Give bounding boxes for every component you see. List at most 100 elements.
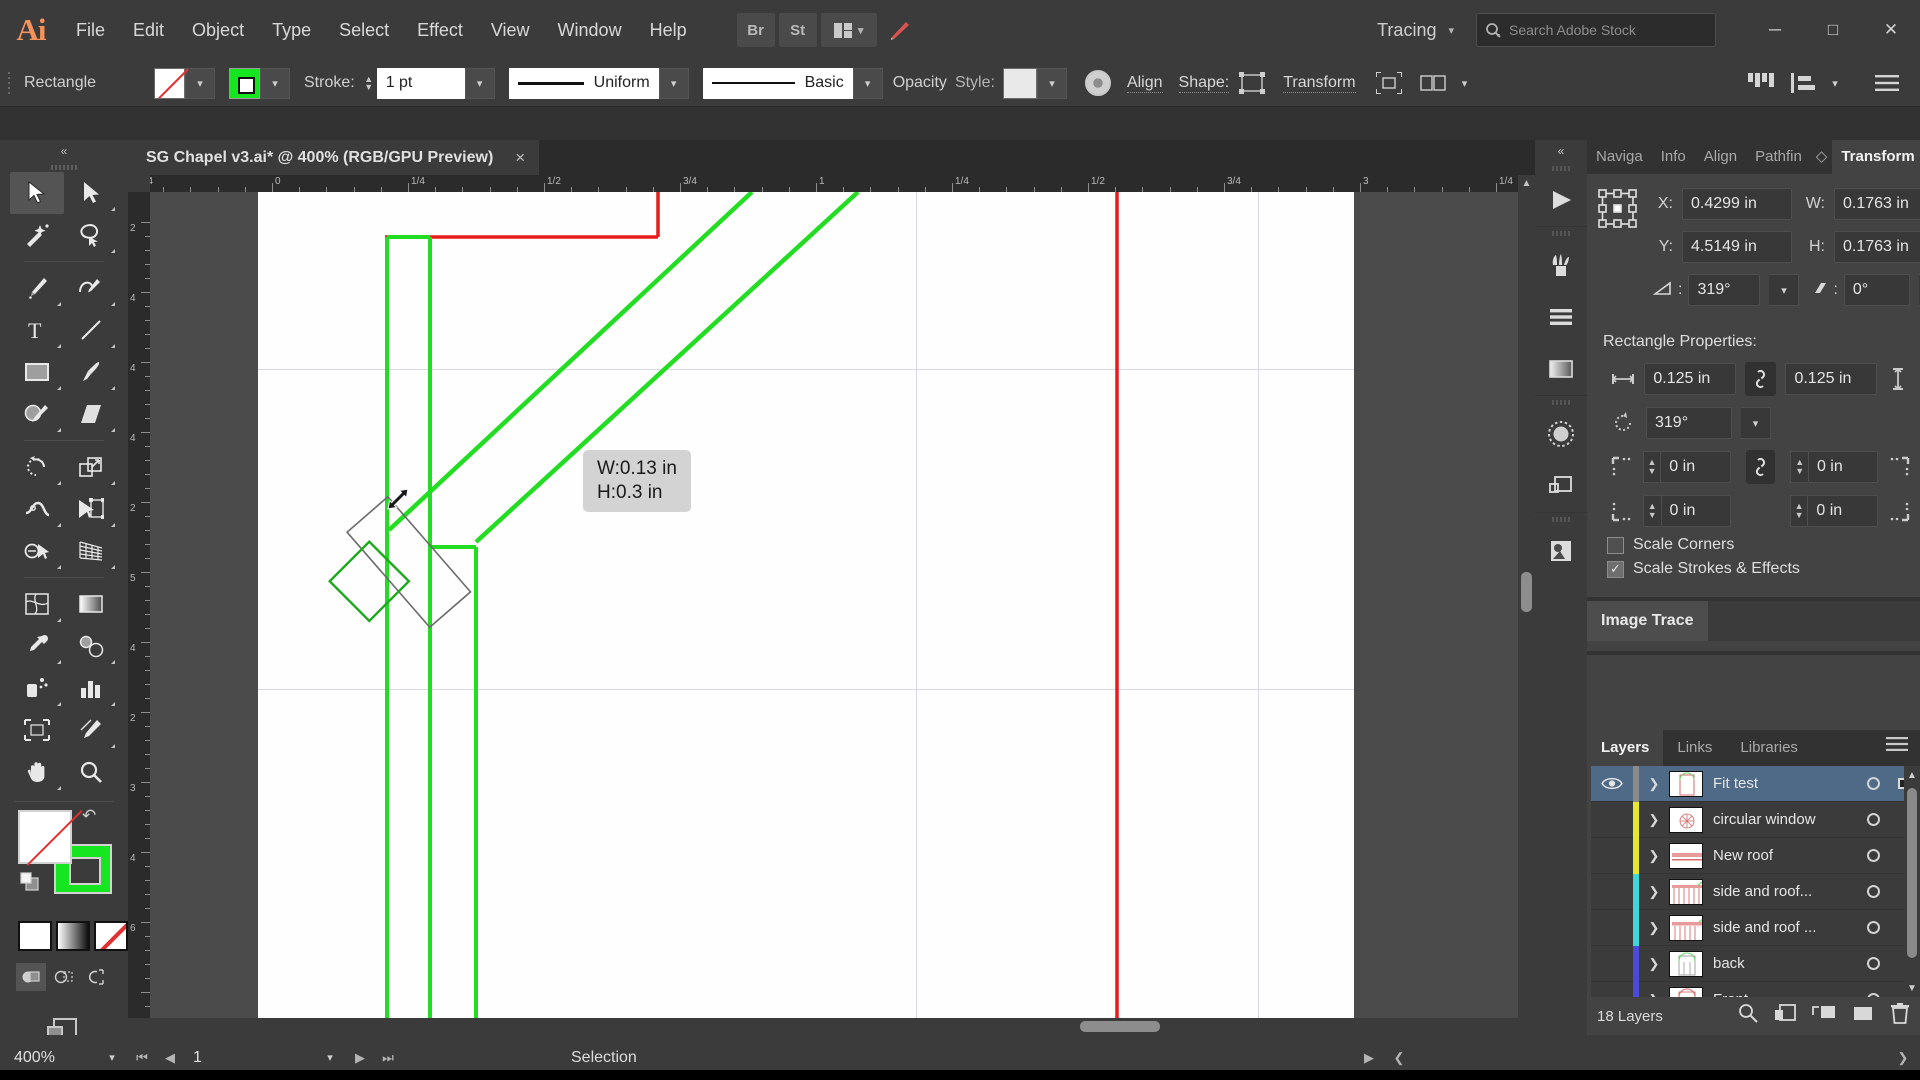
shape-builder-tool[interactable] <box>10 530 64 572</box>
canvas-horizontal-scrollbar[interactable] <box>150 1018 1518 1035</box>
stroke-swatch[interactable] <box>229 67 260 99</box>
layer-row[interactable]: ❯ New roof <box>1591 837 1916 874</box>
layer-expand-chevron-right-icon[interactable]: ❯ <box>1639 776 1669 792</box>
hand-tool[interactable] <box>10 751 64 793</box>
stroke-profile-chevron-down-icon[interactable]: ▾ <box>658 67 689 99</box>
fill-swatch-group[interactable]: ▾ <box>154 67 215 99</box>
tab-overflow-icon[interactable]: ◇ <box>1811 140 1833 174</box>
brush-definition-chevron-down-icon[interactable]: ▾ <box>852 67 883 99</box>
draw-normal-icon[interactable] <box>16 963 46 991</box>
menu-view[interactable]: View <box>477 0 544 60</box>
make-mask-icon[interactable] <box>1774 1003 1796 1029</box>
pen-tool[interactable] <box>10 267 64 309</box>
corner-tl-input[interactable]: 0 in <box>1660 451 1731 483</box>
layers-scroll-thumb[interactable] <box>1907 788 1917 958</box>
rail-grip-3[interactable] <box>1535 396 1587 408</box>
dock-collapse-button[interactable]: « <box>1535 140 1587 162</box>
default-fill-stroke-icon[interactable] <box>20 872 40 897</box>
shape-options-icon[interactable] <box>1235 67 1269 99</box>
column-graph-tool[interactable] <box>64 667 118 709</box>
first-artboard-button[interactable]: ⏮ <box>129 1044 155 1072</box>
corner-tr-stepper[interactable]: ▲ ▼ <box>1790 451 1808 483</box>
layers-icon[interactable] <box>1535 460 1587 512</box>
layer-row[interactable]: ❯ Fit test <box>1591 766 1916 802</box>
layer-name[interactable]: New roof <box>1713 847 1856 864</box>
eraser-tool[interactable] <box>64 393 118 435</box>
corner-br-input[interactable]: 0 in <box>1807 495 1879 527</box>
color-mode-color-button[interactable] <box>18 921 52 951</box>
tab-transform[interactable]: Transform <box>1832 140 1920 174</box>
scale-corners-checkbox[interactable] <box>1607 536 1624 554</box>
scale-corners-row[interactable]: Scale Corners <box>1597 533 1910 557</box>
stroke-weight-input[interactable]: 1 pt <box>376 67 465 99</box>
arrange-grid-icon[interactable] <box>1744 67 1778 99</box>
graphic-style-chevron-down-icon[interactable]: ▾ <box>1036 67 1067 99</box>
corner-bl-input[interactable]: 0 in <box>1660 495 1732 527</box>
shear-input[interactable]: 0° <box>1843 274 1910 306</box>
rotate-chevron-down-icon[interactable]: ▾ <box>1769 274 1800 306</box>
reference-point-selector[interactable] <box>1597 188 1639 230</box>
line-segment-tool[interactable] <box>64 309 118 351</box>
stock-icon[interactable]: St <box>778 13 817 47</box>
status-expand-icon[interactable]: ▶ <box>1356 1044 1382 1072</box>
layer-target-icon[interactable] <box>1856 885 1890 898</box>
distribute-spacing-icon[interactable] <box>1786 67 1820 99</box>
free-transform-tool[interactable] <box>64 488 118 530</box>
draw-behind-icon[interactable] <box>48 963 78 991</box>
brush-definition-select[interactable]: Basic <box>702 67 853 99</box>
selection-tool[interactable] <box>10 172 64 214</box>
draw-inside-icon[interactable] <box>80 963 110 991</box>
previous-artboard-button[interactable]: ◀ <box>157 1044 183 1072</box>
vertical-scroll-thumb[interactable] <box>1521 572 1532 612</box>
menu-window[interactable]: Window <box>544 0 636 60</box>
layers-scroll-down-icon[interactable]: ▼ <box>1904 979 1920 997</box>
horizontal-scroll-thumb[interactable] <box>1080 1021 1160 1032</box>
next-artboard-button[interactable]: ▶ <box>347 1044 373 1072</box>
type-tool[interactable]: T <box>10 309 64 351</box>
tracing-brush-icon[interactable] <box>881 13 919 47</box>
layer-row[interactable]: ❯ back <box>1591 945 1916 982</box>
play-icon[interactable] <box>1535 174 1587 226</box>
rect-rotate-input[interactable]: 319° <box>1646 407 1732 439</box>
layer-target-icon[interactable] <box>1856 813 1890 826</box>
stroke-weight-stepper[interactable]: ▲ ▼ <box>361 75 377 92</box>
tab-layers[interactable]: Layers <box>1587 730 1664 766</box>
slice-tool[interactable] <box>64 709 118 751</box>
minimize-button[interactable]: ─ <box>1746 0 1804 60</box>
rectangle-tool[interactable] <box>10 351 64 393</box>
y-input[interactable]: 4.5149 in <box>1682 231 1792 263</box>
direct-selection-tool[interactable] <box>64 172 118 214</box>
locate-object-icon[interactable] <box>1738 1003 1758 1029</box>
menu-effect[interactable]: Effect <box>403 0 477 60</box>
stroke-weight-chevron-down-icon[interactable]: ▾ <box>464 67 495 99</box>
gradient-tool[interactable] <box>64 583 118 625</box>
layers-scroll-up-icon[interactable]: ▲ <box>1904 766 1920 784</box>
scale-strokes-row[interactable]: ✓ Scale Strokes & Effects <box>1597 557 1910 581</box>
ruler-corner-collapse-icon[interactable]: ▲ <box>1518 175 1535 192</box>
layer-row[interactable]: ❯ side and roof ... <box>1591 909 1916 946</box>
mesh-tool[interactable] <box>10 583 64 625</box>
blend-tool[interactable] <box>64 625 118 667</box>
close-button[interactable]: ✕ <box>1862 0 1920 60</box>
fill-swatch[interactable] <box>154 67 185 99</box>
image-trace-panel-header[interactable]: Image Trace <box>1587 601 1920 641</box>
close-document-icon[interactable]: × <box>515 148 525 168</box>
tab-info[interactable]: Info <box>1652 140 1695 174</box>
last-artboard-button[interactable]: ⏭ <box>375 1044 401 1072</box>
recolor-artwork-icon[interactable] <box>1084 70 1111 96</box>
color-mode-gradient-button[interactable] <box>56 921 90 951</box>
rect-width-input[interactable]: 0.125 in <box>1644 363 1736 395</box>
swap-fill-stroke-icon[interactable]: ↶ <box>82 806 96 826</box>
layers-panel-menu-icon[interactable] <box>1874 730 1920 766</box>
width-tool[interactable] <box>10 488 64 530</box>
layer-name[interactable]: side and roof ... <box>1713 919 1856 936</box>
canvas-vertical-scrollbar[interactable] <box>1518 192 1535 1018</box>
rail-grip-1[interactable] <box>1535 162 1587 174</box>
layer-row[interactable]: ❯ side and roof... <box>1591 873 1916 910</box>
layer-row[interactable]: ❯Front <box>1591 981 1916 997</box>
rect-rotate-chevron-down-icon[interactable]: ▾ <box>1741 407 1771 439</box>
scale-strokes-checkbox[interactable]: ✓ <box>1607 560 1624 578</box>
corner-link-icon[interactable] <box>1745 450 1776 484</box>
layer-expand-chevron-right-icon[interactable]: ❯ <box>1639 884 1669 900</box>
rail-grip-4[interactable] <box>1535 513 1587 525</box>
